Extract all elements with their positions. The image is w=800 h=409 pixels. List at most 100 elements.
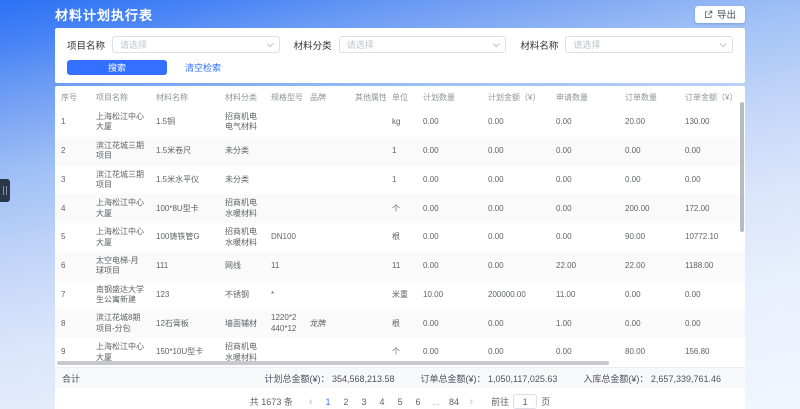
summary-total-2: 订单总金额(¥)： 1,050,117,025.63 [421, 372, 558, 385]
clear-search-link[interactable]: 清空检索 [185, 61, 221, 74]
table-cell: 滨江花城三期项目 [90, 137, 150, 166]
table-cell: 上海松江中心大厦 [90, 108, 150, 137]
table-cell: 南钢盛达大学生公寓新建 [90, 281, 150, 310]
table-cell: 1.5铜 [150, 108, 219, 137]
table-row: 3滨江花城三期项目1.5米水平仪未分类10.000.000.000.000.00 [55, 166, 745, 195]
table-cell: 滨江花城8期项目-分包 [90, 309, 150, 338]
filter-select-1[interactable]: 请选择 [112, 36, 280, 53]
summary-total-1: 计划总金额(¥)： 354,568,213.58 [264, 372, 394, 385]
table-cell: 1.5米水平仪 [150, 166, 219, 195]
table-card: 序号项目名称材料名称材料分类规格型号品牌其他属性单位计划数量计划金额（¥）申请数… [55, 86, 745, 409]
table-cell: 1.5米卷尺 [150, 137, 219, 166]
table-cell: 1 [55, 108, 90, 137]
sidebar-toggle[interactable] [0, 179, 10, 202]
column-header: 订单数量 [619, 86, 679, 108]
vertical-scrollbar[interactable] [740, 102, 744, 232]
table-cell: 90.00 [619, 223, 679, 252]
table-row: 5上海松江中心大厦100铸铁管G招商机电 水暖材料DN100根0.000.000… [55, 223, 745, 252]
title-bar: 材料计划执行表 导出 [55, 0, 745, 28]
prev-page-button[interactable]: ‹ [304, 396, 318, 408]
table-cell: 龙牌 [304, 309, 349, 338]
table-cell [304, 252, 349, 281]
page-number-4[interactable]: 4 [375, 394, 390, 409]
table-cell: 0.00 [482, 166, 550, 195]
filter-field-3: 材料名称请选择 [520, 36, 733, 53]
table-cell: 0.00 [482, 252, 550, 281]
filter-label: 材料名称 [520, 38, 558, 52]
column-header: 订单金额（¥） [679, 86, 745, 108]
table-row: 8滨江花城8期项目-分包12石膏板墙面辅材1220*2440*12龙牌根0.00… [55, 309, 745, 338]
page-title: 材料计划执行表 [55, 5, 153, 24]
page-number-2[interactable]: 2 [339, 394, 354, 409]
table-cell [304, 166, 349, 195]
table-cell: 2 [55, 137, 90, 166]
page-number-6[interactable]: 6 [411, 394, 426, 409]
column-header: 计划数量 [417, 86, 482, 108]
table-cell [349, 166, 386, 195]
table-cell: 7 [55, 281, 90, 310]
table-cell [349, 252, 386, 281]
page-number-84[interactable]: 84 [447, 394, 462, 409]
table-cell [304, 108, 349, 137]
table-cell: 6 [55, 252, 90, 281]
table-cell: 0.00 [679, 166, 745, 195]
page-numbers: 123456...84 [321, 394, 462, 409]
column-header: 材料名称 [150, 86, 219, 108]
table-cell: 上海松江中心大厦 [90, 194, 150, 223]
table-cell: 0.00 [550, 166, 619, 195]
filter-select-2[interactable]: 请选择 [339, 36, 507, 53]
horizontal-scrollbar[interactable] [57, 361, 609, 365]
filter-field-1: 项目名称请选择 [67, 36, 280, 53]
page-number-1[interactable]: 1 [321, 394, 336, 409]
page-number-3[interactable]: 3 [357, 394, 372, 409]
table-cell: 1 [386, 166, 417, 195]
column-header: 项目名称 [90, 86, 150, 108]
table-cell: 0.00 [619, 137, 679, 166]
page-number-5[interactable]: 5 [393, 394, 408, 409]
table-cell [265, 108, 304, 137]
summary-label: 合计 [62, 372, 80, 385]
table-cell: 123 [150, 281, 219, 310]
goto-page-input[interactable] [513, 394, 537, 409]
table-cell: 太空电梯-月球项目 [90, 252, 150, 281]
table-cell: 0.00 [482, 194, 550, 223]
table-row: 1上海松江中心大厦1.5铜招商机电 电气材料kg0.000.000.0020.0… [55, 108, 745, 137]
table-cell: 3 [55, 166, 90, 195]
filter-card: 项目名称请选择材料分类请选择材料名称请选择 搜索 清空检索 [55, 28, 745, 83]
table-cell: 招商机电 水暖材料 [219, 223, 265, 252]
column-header: 材料分类 [219, 86, 265, 108]
table-cell: * [265, 281, 304, 310]
column-header: 序号 [55, 86, 90, 108]
table-cell: 0.00 [482, 223, 550, 252]
summary-row: 合计 计划总金额(¥)： 354,568,213.58 订单总金额(¥)： 1,0… [55, 367, 745, 388]
goto-label: 前往 [491, 395, 509, 408]
table-cell: 11.00 [550, 281, 619, 310]
table-cell: 网线 [219, 252, 265, 281]
table-cell: 1188.00 [679, 252, 745, 281]
table-cell: 1 [386, 137, 417, 166]
goto-page: 前往 页 [491, 394, 550, 409]
table-cell: 100*8U型卡 [150, 194, 219, 223]
column-header: 品牌 [304, 86, 349, 108]
table-cell: 111 [150, 252, 219, 281]
summary-totals: 计划总金额(¥)： 354,568,213.58 订单总金额(¥)： 1,050,… [264, 372, 721, 385]
table-cell: 未分类 [219, 166, 265, 195]
chevron-down-icon [720, 40, 727, 47]
export-button[interactable]: 导出 [695, 6, 745, 23]
table-cell [304, 281, 349, 310]
table-cell: kg [386, 108, 417, 137]
column-header: 单位 [386, 86, 417, 108]
next-page-button[interactable]: › [465, 396, 479, 408]
chevron-down-icon [266, 40, 273, 47]
table-cell: 0.00 [417, 166, 482, 195]
table-header-row: 序号项目名称材料名称材料分类规格型号品牌其他属性单位计划数量计划金额（¥）申请数… [55, 86, 745, 108]
table-cell [349, 108, 386, 137]
table-cell [349, 309, 386, 338]
table-cell [349, 194, 386, 223]
search-button[interactable]: 搜索 [67, 60, 167, 75]
filter-select-3[interactable]: 请选择 [565, 36, 733, 53]
table-cell: 10772.10 [679, 223, 745, 252]
filter-row: 项目名称请选择材料分类请选择材料名称请选择 [67, 36, 733, 53]
table-cell: 12石膏板 [150, 309, 219, 338]
table-cell: 200.00 [619, 194, 679, 223]
